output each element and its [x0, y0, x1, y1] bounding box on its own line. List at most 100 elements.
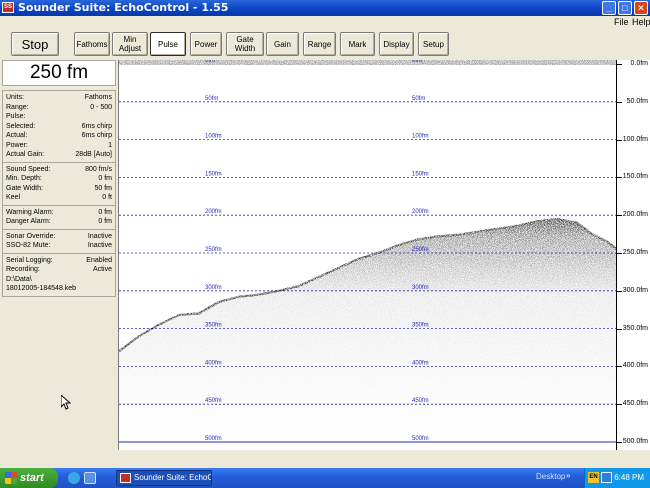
minimize-button[interactable]: _ [602, 1, 616, 15]
status-row: Power: 1 [6, 141, 112, 151]
status-row: Actual Gain: 28dB [Auto] [6, 150, 112, 160]
status-row: Recording: Active [6, 265, 112, 275]
menu-file[interactable]: File [614, 17, 629, 27]
status-value: 6ms chirp [81, 132, 112, 139]
mouse-cursor-icon [61, 395, 71, 410]
toolbar-fathoms-button[interactable]: Fathoms [74, 32, 110, 56]
scale-tick [617, 290, 622, 292]
show-desktop-icon[interactable] [84, 472, 96, 484]
title-bar[interactable]: SS Sounder Suite: EchoControl - 1.55 _ □… [0, 0, 650, 16]
status-label: SSO-82 Mute: [6, 242, 51, 249]
toolbar-gain-button[interactable]: Gain [266, 32, 299, 56]
scale-label: 0.0fm [630, 60, 648, 67]
toolbar-power-button[interactable]: Power [190, 32, 222, 56]
start-button[interactable]: start [0, 468, 58, 488]
desktop-toolbar-label[interactable]: Desktop [536, 472, 565, 481]
scale-tick [617, 328, 622, 330]
status-value: 0 ft [102, 194, 112, 201]
app-icon [120, 473, 131, 483]
internet-explorer-icon[interactable] [68, 472, 80, 484]
depth-grid-label: 500fm [205, 436, 222, 442]
status-label: Serial Logging: [6, 256, 53, 264]
scale-label: 100.0fm [622, 135, 648, 143]
status-group: Sonar Override: Inactive SSO-82 Mute: Inact… [3, 230, 115, 254]
depth-grid-label: 50fm [205, 96, 218, 102]
system-tray: EN 6:48 PM [584, 468, 650, 488]
depth-grid-label: 0fm [205, 60, 215, 64]
toolbar-pulse-button[interactable]: Pulse [150, 32, 186, 56]
status-value: 28dB [Auto] [75, 151, 112, 158]
scale-label: 500.0fm [622, 438, 648, 445]
status-row: Gate Width: 50 fm [6, 184, 112, 194]
task-label: Sounder Suite: EchoC... [134, 473, 212, 482]
depth-grid-label: 400fm [412, 360, 429, 366]
status-label: Power: [6, 141, 28, 149]
depth-grid-label: 150fm [412, 171, 429, 177]
windows-logo-icon [5, 472, 17, 484]
echocontrol-window: SS Sounder Suite: EchoControl - 1.55 _ □… [0, 0, 650, 488]
depth-grid-label: 500fm [412, 436, 429, 442]
taskbar: start Sounder Suite: EchoC... Desktop » … [0, 468, 650, 488]
language-indicator-icon[interactable]: EN [588, 472, 599, 483]
status-label: Keel [6, 194, 21, 201]
toolbar-mark-button[interactable]: Mark [340, 32, 375, 56]
status-panel: Units: Fathoms Range: 0 - 500 Pulse: Selected… [2, 90, 116, 297]
status-group: Serial Logging: Enabled Recording: Active D:… [3, 254, 115, 296]
status-row: Selected: 6ms chirp [6, 122, 112, 132]
status-label: Units: [6, 94, 24, 101]
depth-grid-label: 200fm [205, 209, 222, 215]
status-group: Warning Alarm: 0 fm Danger Alarm: 0 fm [3, 206, 115, 230]
status-label: Actual: [6, 132, 28, 139]
status-label: Range: [6, 103, 29, 111]
scale-tick [617, 64, 622, 65]
maximize-button[interactable]: □ [618, 1, 632, 15]
start-label: start [20, 472, 44, 484]
scale-tick [617, 442, 622, 443]
toolbar-range-button[interactable]: Range [303, 32, 336, 56]
echogram-display[interactable]: 0fm 0fm 50fm 50fm 100fm 100fm 150fm 150fm 200fm 2… [118, 58, 650, 450]
toolbar-gate-width-button[interactable]: Gate Width [226, 32, 264, 56]
depth-grid-label: 450fm [412, 398, 429, 404]
window-title: Sounder Suite: EchoControl - 1.55 [18, 1, 229, 14]
depth-grid-label: 300fm [412, 285, 429, 291]
status-label: D:\Data\ [6, 275, 32, 283]
status-row: Sonar Override: Inactive [6, 232, 112, 242]
chevron-right-icon[interactable]: » [566, 471, 570, 480]
scale-tick [617, 404, 622, 406]
task-sounder-suite[interactable]: Sounder Suite: EchoC... [116, 470, 212, 486]
stop-button[interactable]: Stop [11, 32, 59, 56]
network-icon[interactable] [601, 472, 612, 483]
status-value: 0 fm [98, 208, 112, 216]
scale-tick [617, 215, 622, 217]
depth-grid-label: 200fm [412, 209, 429, 215]
toolbar-display-button[interactable]: Display [379, 32, 414, 56]
status-label: 18012005-184548.keb [6, 285, 77, 292]
status-row: Pulse: [6, 112, 112, 122]
seabed-echo [118, 60, 650, 442]
status-label: Gate Width: [6, 184, 43, 192]
toolbar-setup-button[interactable]: Setup [418, 32, 449, 56]
scale-tick [617, 177, 622, 179]
depth-grid-label: 150fm [205, 171, 222, 177]
depth-grid-label: 350fm [412, 323, 429, 329]
scale-label: 450.0fm [622, 400, 648, 408]
status-label: Recording: [6, 266, 40, 273]
scale-label: 50.0fm [626, 97, 648, 105]
menu-bar: File Help [0, 16, 650, 29]
status-row: Sound Speed: 800 fm/s [6, 165, 112, 175]
toolbar-min-adjust-button[interactable]: Min Adjust [112, 32, 148, 56]
scale-label: 350.0fm [622, 324, 648, 332]
status-row: Keel 0 ft [6, 193, 112, 203]
menu-help[interactable]: Help [632, 17, 650, 27]
scale-label: 300.0fm [622, 286, 648, 294]
depth-grid-label: 400fm [205, 360, 222, 366]
scale-label: 400.0fm [622, 362, 648, 370]
status-value: 50 fm [94, 184, 112, 192]
depth-grid-label: 50fm [412, 96, 425, 102]
depth-grid-label: 250fm [205, 247, 222, 253]
echogram-canvas: 0fm 0fm 50fm 50fm 100fm 100fm 150fm 150fm 200fm 2… [118, 58, 650, 443]
close-button[interactable]: ✕ [634, 1, 648, 15]
scale-tick [617, 139, 622, 141]
window-controls: _ □ ✕ [602, 1, 648, 15]
status-label: Pulse: [6, 113, 26, 120]
